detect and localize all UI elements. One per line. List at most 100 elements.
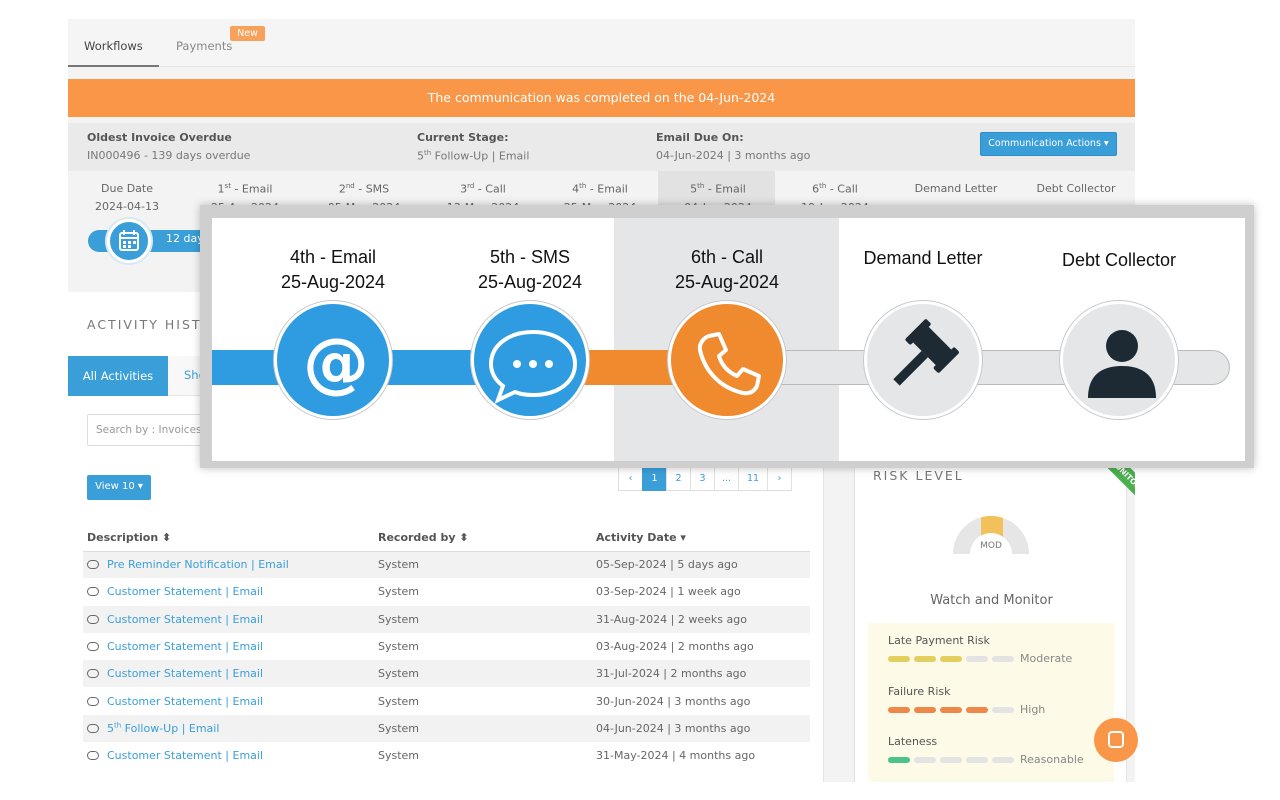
completion-banner: The communication was completed on the 0… [68,79,1135,117]
tab-workflows[interactable]: Workflows [84,39,143,53]
risk-meter-segment [914,757,936,763]
svg-text:@: @ [303,324,369,401]
risk-level-panel: RISK LEVEL MONITORED MOD Watch and Monit… [854,451,1135,782]
top-tabs: Workflows Payments New [68,19,1135,67]
risk-meter-segment [888,656,910,662]
risk-meter-segment [940,656,962,662]
stage-7[interactable]: Demand Letter [896,171,1016,200]
table-row: Customer Statement | Email System 31-May-2… [83,742,810,769]
activity-description: Customer Statement | Email [83,578,374,605]
activity-link[interactable]: Customer Statement | Email [107,640,263,653]
timeline-step-1[interactable] [471,301,589,419]
comment-icon [87,560,99,570]
risk-meter-segment [914,656,936,662]
recorded-by: System [374,605,592,633]
risk-meter-segment [992,757,1014,763]
risk-meter-segment [966,707,988,713]
risk-factor-meter [888,707,1018,713]
comment-icon [87,587,99,597]
page-button[interactable]: 2 [666,467,691,491]
current-stage-label: Current Stage: [417,131,509,144]
activity-link[interactable]: Pre Reminder Notification | Email [107,558,289,571]
activity-link[interactable]: Customer Statement | Email [107,613,263,626]
risk-factor-level: Reasonable [1020,753,1084,766]
stage-name: 3rd - Call [460,182,506,196]
risk-meter-segment [914,707,936,713]
activity-link[interactable]: Customer Statement | Email [107,749,263,762]
risk-meter-segment [992,656,1014,662]
stage-name: Debt Collector [1036,182,1116,195]
table-row: Customer Statement | Email System 03-Sep-2… [83,578,810,605]
column-activity-date[interactable]: Activity Date ▾ [592,524,810,552]
recorded-by: System [378,749,420,763]
activity-date: 05-Sep-2024 | 5 days ago [592,551,810,579]
activity-link[interactable]: Customer Statement | Email [107,585,263,598]
risk-meter-segment [888,757,910,763]
activity-link[interactable]: 5th Follow-Up | Email [107,722,219,736]
tab-all-activities[interactable]: All Activities [68,356,168,396]
risk-factor-level: High [1020,703,1046,716]
activity-link[interactable]: Customer Statement | Email [107,695,263,708]
comment-icon [87,751,99,761]
timeline-step-name: Debt Collector [1061,250,1177,270]
page-button[interactable]: › [767,467,792,491]
stage-name: Due Date [101,182,153,195]
comment-icon [87,724,99,734]
activity-date: 03-Sep-2024 | 1 week ago [596,585,741,599]
page-button[interactable]: ... [714,467,739,491]
stage-8[interactable]: Debt Collector [1016,171,1135,200]
stage-name: 5th - Email [690,182,746,196]
risk-factor-label: Lateness [888,735,938,748]
email-due-value: 04-Jun-2024 | 3 months ago [656,149,811,162]
timeline-step-name: 4th - Email [289,247,377,267]
stage-0[interactable]: Due Date 2024-04-13 [68,171,187,213]
column-description[interactable]: Description ⬍ [83,524,374,552]
risk-factor-level: Moderate [1020,652,1073,665]
email-due-label: Email Due On: [656,131,744,144]
chat-icon [1108,731,1124,748]
recorded-by: System [378,694,420,708]
page-button[interactable]: ‹ [618,467,643,491]
activity-date: 03-Aug-2024 | 2 months ago [596,640,754,654]
table-row: 5th Follow-Up | Email System 04-Jun-2024 |… [83,714,810,743]
risk-meter-segment [966,757,988,763]
tab-payments[interactable]: Payments [176,39,232,53]
speech-bubble-icon [488,329,578,404]
risk-factor-label: Late Payment Risk [888,634,990,647]
page-button[interactable]: 1 [642,467,667,491]
oldest-invoice-value: IN000496 - 139 days overdue [87,149,251,162]
comment-icon [87,696,99,706]
activity-date: 31-Aug-2024 | 2 weeks ago [592,605,810,633]
recorded-by: System [374,714,592,743]
activity-description: Customer Statement | Email [83,605,374,633]
invoice-info-row: Oldest Invoice Overdue IN000496 - 139 da… [68,123,1135,171]
recorded-by: System [374,660,592,688]
activity-description: Customer Statement | Email [83,660,374,688]
chat-launcher-button[interactable] [1094,718,1138,762]
timeline-step-3[interactable] [864,301,982,419]
view-count-dropdown[interactable]: View 10 ▾ [87,475,151,500]
column-recorded-by[interactable]: Recorded by ⬍ [374,524,592,552]
timeline-step-2[interactable] [668,301,786,419]
table-row: Pre Reminder Notification | Email System 0… [83,551,810,579]
activity-link[interactable]: Customer Statement | Email [107,667,263,680]
communication-actions-button[interactable]: Communication Actions ▾ [980,132,1117,156]
timeline-step-4[interactable] [1060,301,1178,419]
activity-description: Pre Reminder Notification | Email [83,551,374,579]
calendar-icon [119,230,139,251]
timeline-step-name: 5th - SMS [489,247,571,267]
page-button[interactable]: 11 [738,467,768,491]
activity-date: 30-Jun-2024 | 3 months ago [596,694,751,708]
page-button[interactable]: 3 [690,467,715,491]
timeline-step-label: 6th - Call 25-Aug-2024 [637,245,817,295]
activity-description: Customer Statement | Email [83,742,374,769]
gavel-icon [893,319,959,386]
risk-level-title: RISK LEVEL [873,468,964,483]
oldest-invoice-label: Oldest Invoice Overdue [87,131,232,144]
timeline-step-label: Debt Collector [1029,248,1209,273]
comment-icon [87,669,99,679]
risk-factors-box: Late Payment Risk Moderate Failure Risk Hig… [868,623,1114,782]
timeline-step-0[interactable]: @ [274,301,392,419]
at-icon: @ [303,324,369,401]
table-row: Customer Statement | Email System 03-Aug-2… [83,633,810,660]
